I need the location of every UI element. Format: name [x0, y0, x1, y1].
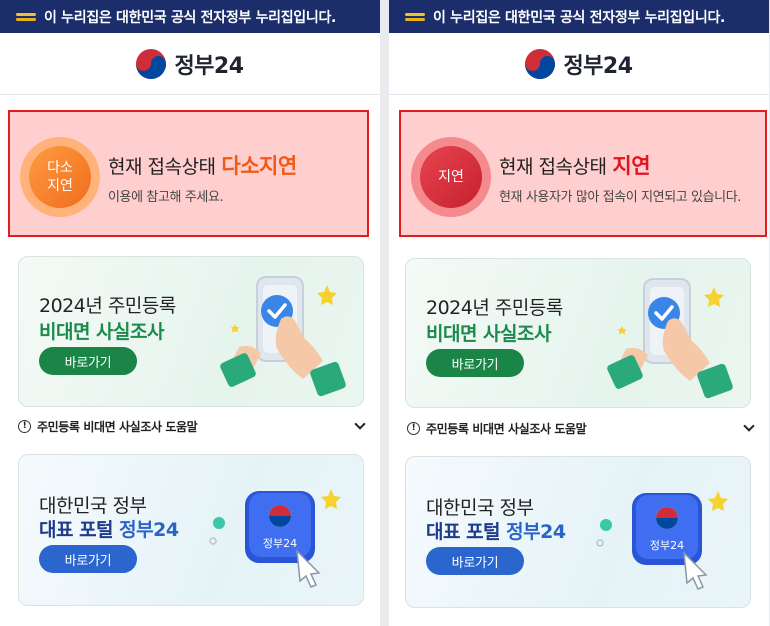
banner-line1: 2024년 주민등록: [426, 297, 563, 319]
official-site-banner: 이 누리집은 대한민국 공식 전자정부 누리집입니다.: [389, 0, 769, 33]
banner-line2: 대표 포털 정부24: [426, 521, 566, 543]
gov24-app-illustration-icon: 정부24: [209, 489, 341, 588]
status-subtitle: 현재 사용자가 많아 접속이 지연되고 있습니다.: [499, 190, 742, 205]
status-indicator-label-line1: 지연: [438, 169, 464, 185]
status-indicator: 지연: [411, 137, 491, 217]
government-mark-icon: [16, 12, 36, 22]
status-level: 다소지연: [221, 154, 297, 178]
banner-line1: 대한민국 정부: [426, 497, 534, 519]
status-title-prefix: 현재 접속상태: [108, 156, 216, 178]
status-title: 현재 접속상태 다소지연: [108, 150, 297, 180]
phone-hand-illustration-icon: [220, 276, 346, 397]
info-icon: !: [407, 421, 420, 435]
taegeuk-logo-icon[interactable]: [136, 48, 167, 79]
chevron-down-icon[interactable]: [743, 420, 755, 432]
help-accordion[interactable]: ! 주민등록 비대면 사실조사 도움말: [18, 416, 368, 436]
connection-status-box: 지연 현재 접속상태 지연 현재 사용자가 많아 접속이 지연되고 있습니다.: [399, 110, 767, 237]
banner-line2: 대표 포털 정부24: [39, 519, 179, 541]
go-button[interactable]: 바로가기: [39, 545, 137, 573]
app-tile-label: 정부24: [650, 539, 684, 552]
gov24-portal-banner[interactable]: 대한민국 정부 대표 포털 정부24 바로가기 정부24: [18, 454, 364, 606]
screen-panel-right: 이 누리집은 대한민국 공식 전자정부 누리집입니다. 정부24 지연 현재 접…: [389, 0, 769, 626]
go-button[interactable]: 바로가기: [426, 547, 524, 575]
resident-survey-banner[interactable]: 2024년 주민등록 비대면 사실조사 바로가기: [405, 258, 751, 408]
phone-hand-illustration-icon: [607, 278, 733, 399]
status-indicator-label-line1: 다소: [47, 160, 73, 176]
help-accordion-label: 주민등록 비대면 사실조사 도움말: [426, 421, 587, 436]
status-indicator-label-line2: 지연: [47, 178, 73, 194]
banner-line2: 비대면 사실조사: [39, 321, 164, 343]
help-accordion-label: 주민등록 비대면 사실조사 도움말: [37, 419, 198, 434]
gov24-portal-banner[interactable]: 대한민국 정부 대표 포털 정부24 바로가기 정부24: [405, 456, 751, 608]
banner-line2: 비대면 사실조사: [426, 323, 551, 345]
official-site-banner-text: 이 누리집은 대한민국 공식 전자정부 누리집입니다.: [433, 9, 726, 26]
banner-line1: 대한민국 정부: [39, 495, 147, 517]
gov24-app-illustration-icon: 정부24: [596, 491, 728, 590]
site-header: 정부24: [389, 33, 769, 95]
status-title: 현재 접속상태 지연: [499, 150, 651, 180]
resident-survey-banner[interactable]: 2024년 주민등록 비대면 사실조사 바로가기: [18, 256, 364, 407]
official-site-banner-text: 이 누리집은 대한민국 공식 전자정부 누리집입니다.: [44, 9, 337, 26]
status-subtitle: 이용에 참고해 주세요.: [108, 190, 224, 205]
help-accordion[interactable]: ! 주민등록 비대면 사실조사 도움말: [407, 418, 757, 438]
site-logo-text[interactable]: 정부24: [174, 48, 244, 80]
site-logo-text[interactable]: 정부24: [563, 48, 633, 80]
government-mark-icon: [405, 12, 425, 22]
banner-line1: 2024년 주민등록: [39, 295, 176, 317]
site-header: 정부24: [0, 33, 380, 95]
app-tile-label: 정부24: [263, 537, 297, 550]
official-site-banner: 이 누리집은 대한민국 공식 전자정부 누리집입니다.: [0, 0, 380, 33]
info-icon: !: [18, 419, 31, 433]
screen-panel-left: 이 누리집은 대한민국 공식 전자정부 누리집입니다. 정부24 다소 지연 현…: [0, 0, 380, 626]
go-button[interactable]: 바로가기: [39, 347, 137, 375]
status-indicator: 다소 지연: [20, 137, 100, 217]
status-title-prefix: 현재 접속상태: [499, 156, 607, 178]
taegeuk-logo-icon[interactable]: [525, 48, 556, 79]
go-button[interactable]: 바로가기: [426, 349, 524, 377]
chevron-down-icon[interactable]: [354, 418, 366, 430]
connection-status-box: 다소 지연 현재 접속상태 다소지연 이용에 참고해 주세요.: [8, 110, 369, 237]
status-level: 지연: [612, 154, 651, 178]
